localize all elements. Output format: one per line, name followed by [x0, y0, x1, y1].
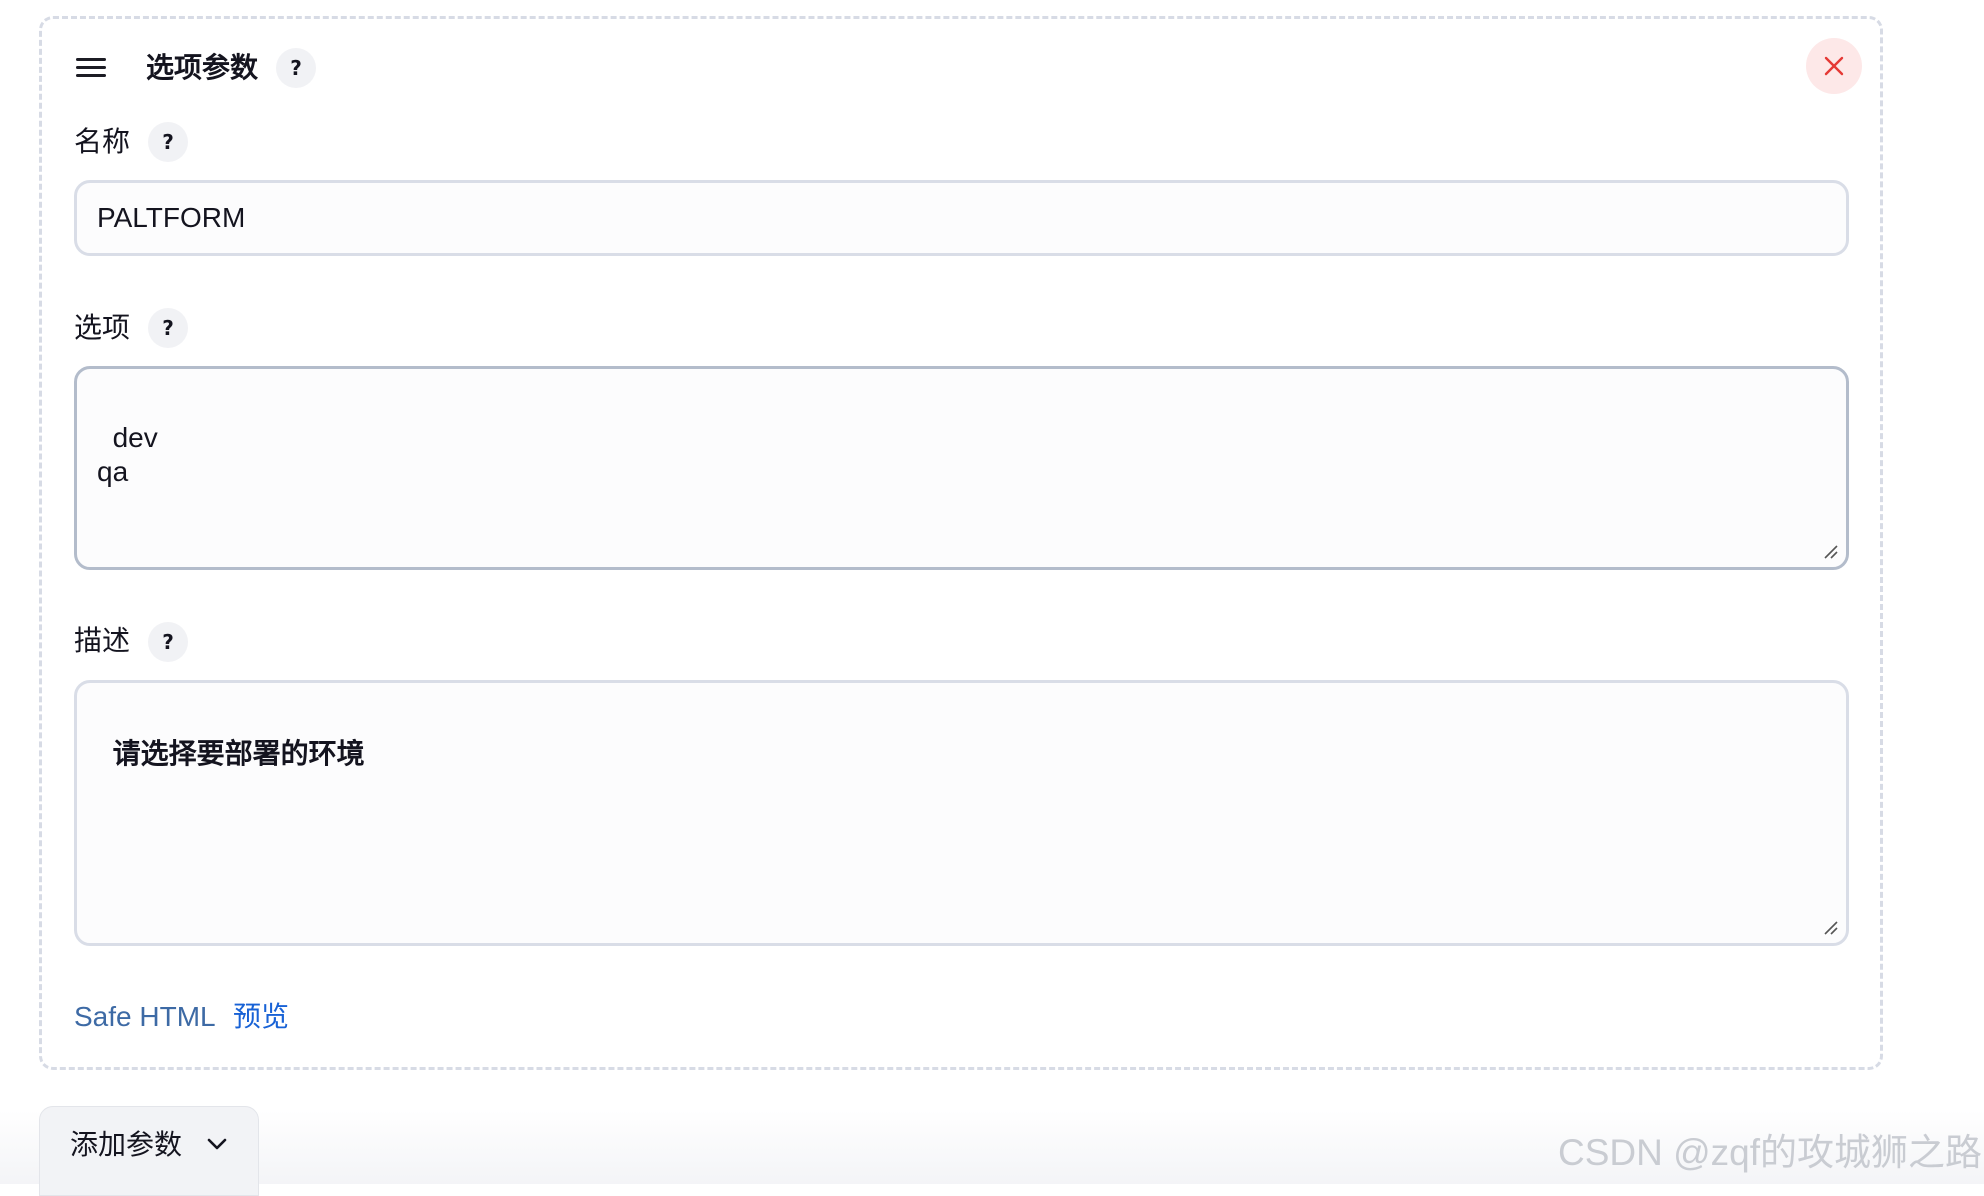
- name-help-icon[interactable]: ?: [148, 122, 188, 162]
- name-label: 名称: [74, 126, 131, 157]
- panel-help-icon[interactable]: ?: [276, 48, 316, 88]
- add-parameter-button[interactable]: 添加参数: [39, 1106, 259, 1196]
- drag-handle-icon[interactable]: [76, 58, 106, 80]
- description-textarea[interactable]: 请选择要部署的环境: [74, 680, 1849, 946]
- resize-grip-icon[interactable]: [1822, 919, 1838, 935]
- resize-grip-icon[interactable]: [1822, 543, 1838, 559]
- choices-label: 选项: [74, 312, 131, 343]
- description-help-icon[interactable]: ?: [148, 622, 188, 662]
- panel-title: 选项参数: [146, 52, 259, 83]
- safe-html-label: Safe HTML: [74, 1001, 216, 1032]
- close-icon: [1824, 56, 1844, 76]
- name-input[interactable]: [74, 180, 1849, 256]
- choices-help-icon[interactable]: ?: [148, 308, 188, 348]
- choices-textarea[interactable]: dev qa: [74, 366, 1849, 570]
- chevron-down-icon: [207, 1138, 227, 1150]
- add-parameter-label: 添加参数: [70, 1129, 183, 1160]
- watermark: CSDN @zqf的攻城狮之路: [1558, 1132, 1983, 1173]
- description-label: 描述: [74, 625, 131, 656]
- close-button[interactable]: [1806, 38, 1862, 94]
- choices-value: dev qa: [97, 422, 158, 487]
- preview-link[interactable]: 预览: [233, 997, 289, 1037]
- description-value: 请选择要部署的环境: [112, 738, 365, 769]
